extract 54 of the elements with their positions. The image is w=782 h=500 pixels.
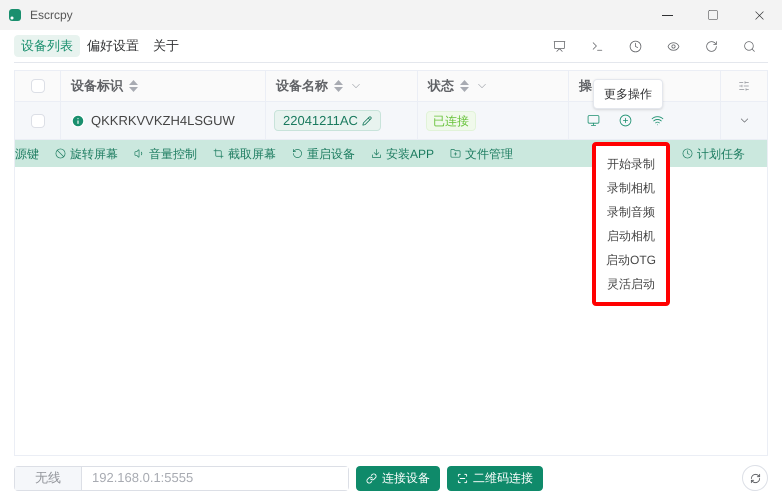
device-name-tag[interactable]: 22041211AC: [274, 110, 381, 131]
device-action-button[interactable]: 计划任务: [682, 144, 745, 162]
link-icon: [366, 472, 377, 484]
refresh-button[interactable]: [742, 465, 768, 491]
download-icon: [371, 148, 382, 159]
menu-item[interactable]: 录制相机: [601, 176, 661, 200]
ban-icon: [55, 148, 66, 159]
device-action-button[interactable]: 文件管理: [450, 144, 514, 162]
sort-icon[interactable]: [460, 80, 469, 92]
clock-icon: [682, 148, 693, 159]
device-action-button[interactable]: 音量控制: [134, 144, 197, 162]
menu-item[interactable]: 录制音频: [601, 200, 661, 224]
nav-tab[interactable]: 偏好设置: [80, 35, 146, 57]
menu-item[interactable]: 启动相机: [601, 224, 661, 248]
menu-item[interactable]: 启动OTG: [600, 248, 662, 272]
sort-icon[interactable]: [334, 80, 343, 92]
column-settings-icon[interactable]: [738, 80, 750, 92]
column-label: 状态: [428, 77, 454, 96]
app-logo-icon: [8, 8, 22, 22]
device-action-button[interactable]: 旋转屏幕: [55, 144, 118, 162]
device-action-button[interactable]: 安装APP: [371, 144, 434, 162]
rotate-icon: [292, 148, 303, 159]
device-id: QKKRKVVKZH4LSGUW: [91, 112, 235, 130]
info-icon[interactable]: [71, 114, 85, 128]
device-action-button[interactable]: 源键: [15, 144, 39, 162]
monitor-icon[interactable]: [587, 114, 600, 127]
speaker-icon: [134, 148, 145, 159]
row-checkbox[interactable]: [30, 114, 44, 128]
minimize-icon: [662, 14, 672, 16]
refresh-icon: [750, 472, 760, 484]
scan-icon: [457, 472, 468, 484]
crop-icon: [213, 148, 224, 159]
footer-button[interactable]: 连接设备: [356, 466, 440, 490]
tooltip: 更多操作: [593, 79, 663, 109]
nav-tab[interactable]: 设备列表: [14, 35, 80, 57]
device-action-button[interactable]: 重启设备: [292, 144, 355, 162]
footer-button[interactable]: 二维码连接: [447, 466, 543, 490]
column-label: 设备标识: [71, 77, 123, 96]
nav-tab[interactable]: 关于: [146, 35, 186, 57]
sort-icon[interactable]: [129, 80, 138, 92]
more-actions-icon[interactable]: [619, 114, 632, 127]
device-action-button[interactable]: 截取屏幕: [213, 144, 276, 162]
pencil-icon[interactable]: [362, 116, 372, 126]
status-tag: 已连接: [426, 110, 476, 130]
field-prefix: 无线: [15, 466, 82, 490]
column-label: 操: [579, 77, 592, 96]
select-all-checkbox[interactable]: [30, 79, 44, 93]
maximize-icon: [707, 9, 719, 21]
address-field[interactable]: 无线 192.168.0.1:5555: [14, 466, 349, 490]
folder-icon: [450, 148, 462, 159]
menu-item[interactable]: 灵活启动: [601, 272, 661, 296]
menu-item[interactable]: 开始录制: [601, 152, 661, 176]
column-label: 设备名称: [276, 77, 328, 96]
window-title: Escrcpy: [30, 7, 73, 24]
